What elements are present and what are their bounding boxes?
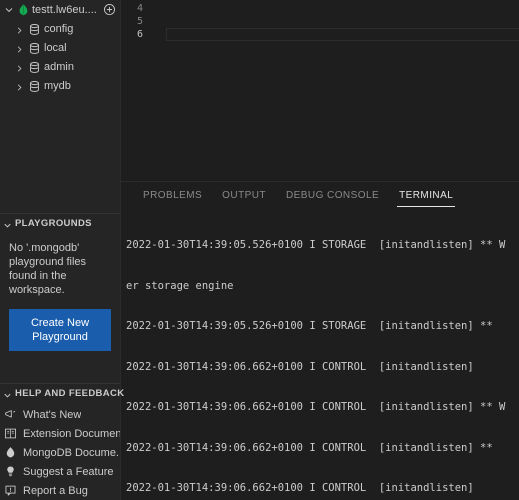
chevron-right-icon[interactable] [14, 80, 25, 91]
line-content [149, 15, 519, 28]
help-item-label: Report a Bug [23, 485, 88, 497]
book-icon [4, 427, 17, 440]
terminal-line: 2022-01-30T14:39:06.662+0100 I CONTROL [… [126, 442, 519, 456]
database-item-local[interactable]: local [0, 38, 120, 57]
help-item-label: MongoDB Docume... [23, 447, 120, 459]
line-content-active [149, 28, 519, 41]
tab-terminal[interactable]: TERMINAL [389, 182, 463, 209]
help-item-extension-docs[interactable]: Extension Documen... [0, 424, 120, 443]
panel-tab-bar: PROBLEMS OUTPUT DEBUG CONSOLE TERMINAL [121, 182, 519, 209]
bottom-panel: PROBLEMS OUTPUT DEBUG CONSOLE TERMINAL 2… [121, 181, 519, 500]
current-line-highlight [166, 28, 519, 41]
add-connection-icon[interactable] [103, 3, 116, 16]
database-item-mydb[interactable]: mydb [0, 76, 120, 95]
connection-label: testt.lw6eu.... [32, 4, 97, 16]
tab-problems[interactable]: PROBLEMS [133, 182, 212, 209]
database-label: config [44, 23, 73, 35]
database-icon [29, 23, 40, 35]
playgrounds-body: No '.mongodb' playground files found in … [0, 233, 120, 357]
lightbulb-icon [4, 465, 17, 478]
help-item-report-bug[interactable]: Report a Bug [0, 481, 120, 500]
mongodb-leaf-icon [4, 446, 17, 459]
line-number: 5 [121, 16, 149, 27]
vscode-window: testt.lw6eu.... [0, 0, 519, 500]
main-area: 4 5 6 PROBLEMS OUTPUT DEBUG CONSOLE TERM… [121, 0, 519, 500]
terminal-output[interactable]: 2022-01-30T14:39:05.526+0100 I STORAGE [… [121, 209, 519, 500]
chevron-down-icon[interactable] [2, 388, 13, 399]
database-icon [29, 80, 40, 92]
database-item-admin[interactable]: admin [0, 57, 120, 76]
report-bug-icon [4, 484, 17, 497]
help-item-whats-new[interactable]: What's New [0, 405, 120, 424]
chevron-right-icon[interactable] [14, 61, 25, 72]
editor-line-active: 6 [121, 28, 519, 41]
database-label: mydb [44, 80, 71, 92]
database-item-config[interactable]: config [0, 19, 120, 38]
playgrounds-title: PLAYGROUNDS [15, 218, 92, 229]
tab-debug-console[interactable]: DEBUG CONSOLE [276, 182, 389, 209]
chevron-down-icon[interactable] [2, 218, 13, 229]
sidebar: testt.lw6eu.... [0, 0, 121, 500]
help-item-suggest-feature[interactable]: Suggest a Feature [0, 462, 120, 481]
playgrounds-section-header[interactable]: PLAYGROUNDS [0, 213, 120, 233]
help-item-label: What's New [23, 409, 81, 421]
line-number: 4 [121, 3, 149, 14]
line-content [149, 2, 519, 15]
terminal-line: 2022-01-30T14:39:06.662+0100 I CONTROL [… [126, 482, 519, 496]
help-item-label: Suggest a Feature [23, 466, 114, 478]
terminal-line: 2022-01-30T14:39:05.526+0100 I STORAGE [… [126, 239, 519, 253]
database-icon [29, 61, 40, 73]
megaphone-icon [4, 408, 17, 421]
database-tree: config local [0, 19, 120, 95]
chevron-right-icon[interactable] [14, 23, 25, 34]
terminal-line: 2022-01-30T14:39:05.526+0100 I STORAGE [… [126, 320, 519, 334]
sidebar-filler [0, 357, 120, 383]
create-new-playground-button[interactable]: Create New Playground [9, 309, 111, 351]
help-items-list: What's New Extension Documen... Mon [0, 403, 120, 500]
tree-empty-space [0, 95, 120, 213]
database-label: admin [44, 61, 74, 73]
database-icon [29, 42, 40, 54]
chevron-right-icon[interactable] [14, 42, 25, 53]
line-number: 6 [121, 29, 149, 40]
mongodb-leaf-icon [18, 4, 29, 16]
terminal-line: 2022-01-30T14:39:06.662+0100 I CONTROL [… [126, 361, 519, 375]
tab-output[interactable]: OUTPUT [212, 182, 276, 209]
connection-root-item[interactable]: testt.lw6eu.... [0, 0, 120, 19]
help-item-label: Extension Documen... [23, 428, 120, 440]
help-item-mongodb-docs[interactable]: MongoDB Docume... [0, 443, 120, 462]
database-label: local [44, 42, 67, 54]
editor-line: 4 [121, 2, 519, 15]
chevron-down-icon[interactable] [3, 4, 15, 16]
editor-line: 5 [121, 15, 519, 28]
help-section-header[interactable]: HELP AND FEEDBACK [0, 383, 120, 403]
terminal-line: er storage engine [126, 280, 519, 294]
terminal-line: 2022-01-30T14:39:06.662+0100 I CONTROL [… [126, 401, 519, 415]
help-title: HELP AND FEEDBACK [15, 388, 124, 399]
playgrounds-empty-message: No '.mongodb' playground files found in … [9, 241, 111, 297]
code-editor[interactable]: 4 5 6 [121, 0, 519, 181]
